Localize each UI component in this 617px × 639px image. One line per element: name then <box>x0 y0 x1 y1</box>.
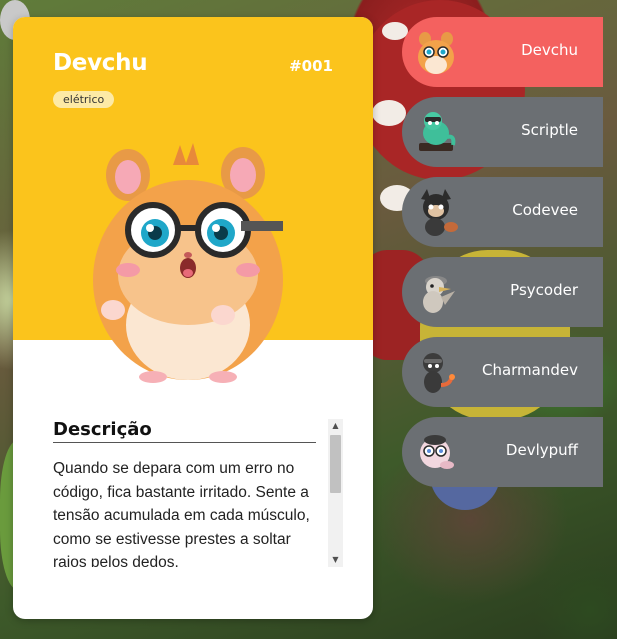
scroll-thumb[interactable] <box>330 435 341 493</box>
hamster-illustration <box>93 143 283 383</box>
list-item-label: Scriptle <box>521 121 578 139</box>
type-badge: elétrico <box>53 91 115 108</box>
list-item-label: Devlypuff <box>505 441 578 459</box>
description-title: Descrição <box>53 419 316 443</box>
list-item-psycoder[interactable]: Psycoder <box>402 257 603 327</box>
list-item-scriptle[interactable]: Scriptle <box>402 97 603 167</box>
lizard-avatar-icon <box>423 353 455 393</box>
duck-avatar-icon <box>423 276 455 313</box>
list-item-devlypuff[interactable]: Devlypuff <box>402 417 603 487</box>
turtle-avatar-icon <box>419 112 456 151</box>
hamster-avatar-icon <box>418 32 454 74</box>
list-item-label: Devchu <box>521 41 578 59</box>
list-item-label: Psycoder <box>510 281 578 299</box>
fox-avatar-icon <box>421 189 458 236</box>
list-item-devchu[interactable]: Devchu <box>402 17 603 87</box>
description-section[interactable]: Descrição Quando se depara com um erro n… <box>53 419 343 569</box>
pokemon-card: Devchu #001 elétrico Descrição Quando se… <box>13 17 373 619</box>
pokemon-number: #001 <box>289 57 333 75</box>
list-item-label: Codevee <box>512 201 578 219</box>
scroll-down-arrow-icon[interactable]: ▼ <box>328 553 343 567</box>
background-spot <box>372 100 406 126</box>
list-item-codevee[interactable]: Codevee <box>402 177 603 247</box>
description-scrollbar[interactable]: ▲ ▼ <box>328 419 343 567</box>
puff-avatar-icon <box>420 435 454 469</box>
list-item-label: Charmandev <box>481 361 578 379</box>
description-text: Quando se depara com um erro no código, … <box>53 460 310 567</box>
list-item-charmandev[interactable]: Charmandev <box>402 337 603 407</box>
pokemon-name: Devchu <box>53 50 148 76</box>
scroll-up-arrow-icon[interactable]: ▲ <box>328 419 343 433</box>
pokemon-list: Devchu Scriptle Codevee Psycoder Charman… <box>402 17 603 497</box>
